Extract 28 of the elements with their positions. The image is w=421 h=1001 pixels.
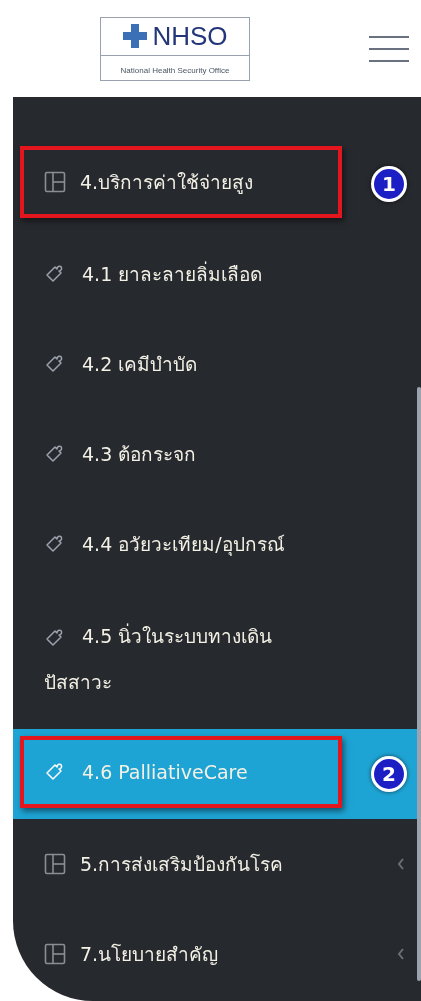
cross-logo-icon xyxy=(122,23,149,49)
menu-item[interactable]: 4.1 ยาละลายลิ่มเลือด xyxy=(20,237,342,311)
panel-layout-icon xyxy=(44,943,66,965)
menu-item[interactable]: 4.3 ต้อกระจก xyxy=(20,417,342,491)
chevron-left-icon xyxy=(397,948,405,960)
menu-item-label: 4.6 PalliativeCare xyxy=(82,759,248,785)
menu-item-label: 4.2 เคมีบำบัด xyxy=(82,351,198,377)
menu-item-label: 7.นโยบายสำคัญ xyxy=(80,941,219,967)
chevron-left-icon xyxy=(397,858,405,870)
menu-item-label: 4.4 อวัยวะเทียม/อุปกรณ์ xyxy=(82,531,285,558)
logo-title: NHSO xyxy=(152,23,228,49)
menu-item[interactable]: 4.2 เคมีบำบัด xyxy=(20,327,342,401)
panel-layout-icon xyxy=(44,171,66,193)
menu-icon[interactable] xyxy=(369,33,409,64)
callout-badge: 2 xyxy=(371,756,407,792)
menu-item-label: 4.บริการค่าใช้จ่ายสูง xyxy=(80,169,254,196)
menu-item-label: 4.3 ต้อกระจก xyxy=(82,441,197,467)
menu-item-label: 5.การส่งเสริมป้องกันโรค xyxy=(80,851,284,877)
callout-badge: 1 xyxy=(371,166,407,202)
menu-item[interactable]: 7.นโยบายสำคัญ xyxy=(20,917,342,991)
menu-item[interactable]: 5.การส่งเสริมป้องกันโรค xyxy=(20,827,342,901)
menu-item[interactable]: 4.5 นิ่วในระบบทางเดินปัสสาวะ xyxy=(20,591,342,727)
menu-item-label: 4.5 นิ่วในระบบทางเดินปัสสาวะ xyxy=(44,622,274,695)
menu-item[interactable]: 4.บริการค่าใช้จ่ายสูง xyxy=(20,145,342,219)
panel-layout-icon xyxy=(44,853,66,875)
menu-item-label: 4.1 ยาละลายลิ่มเลือด xyxy=(82,260,263,287)
logo-subtitle: National Health Security Office xyxy=(120,65,230,75)
menu-item[interactable]: 4.4 อวัยวะเทียม/อุปกรณ์ xyxy=(20,507,342,581)
